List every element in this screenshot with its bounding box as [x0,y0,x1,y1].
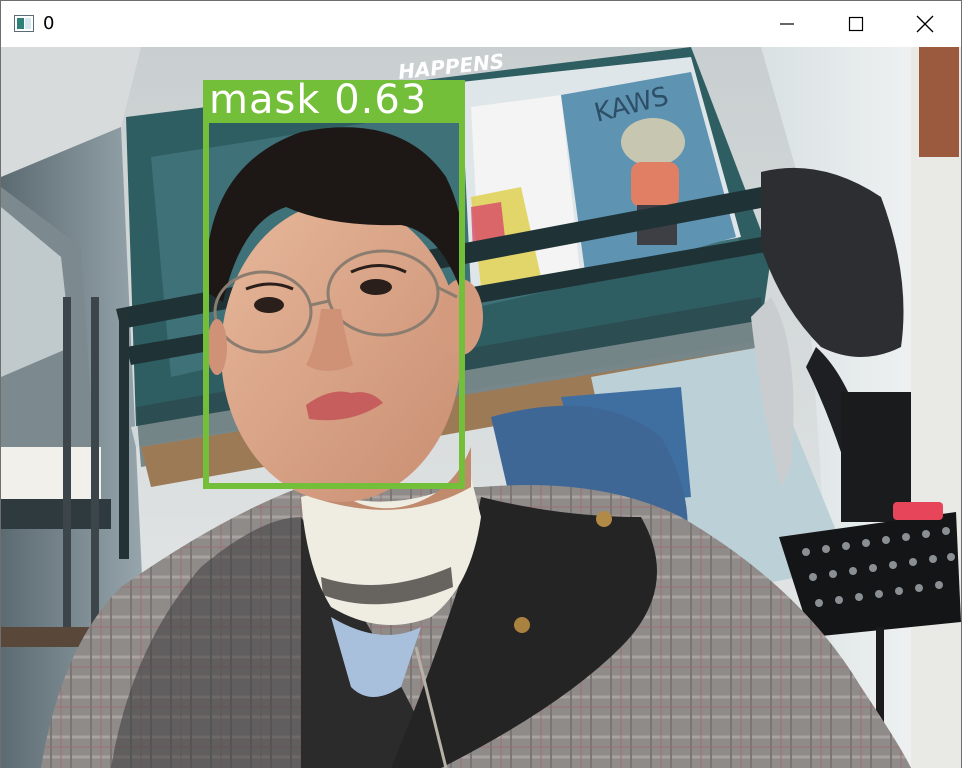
camera-frame: KAWS HAPPENS mask 0.63 [1,47,961,768]
app-window: 0 KAWS HAPPENS mask 0.63 [0,0,962,768]
window-title: 0 [43,13,55,34]
minimize-button[interactable] [753,1,821,47]
opencv-window-icon [14,15,34,32]
close-button[interactable] [891,1,959,47]
detection-bounding-box [203,117,465,489]
minimize-icon [780,23,794,25]
close-icon [916,15,934,33]
detection-label: mask 0.63 [203,80,465,121]
webcam-scene: KAWS HAPPENS [1,47,961,768]
title-bar[interactable]: 0 [1,1,961,47]
maximize-button[interactable] [822,1,890,47]
maximize-icon [848,16,864,32]
